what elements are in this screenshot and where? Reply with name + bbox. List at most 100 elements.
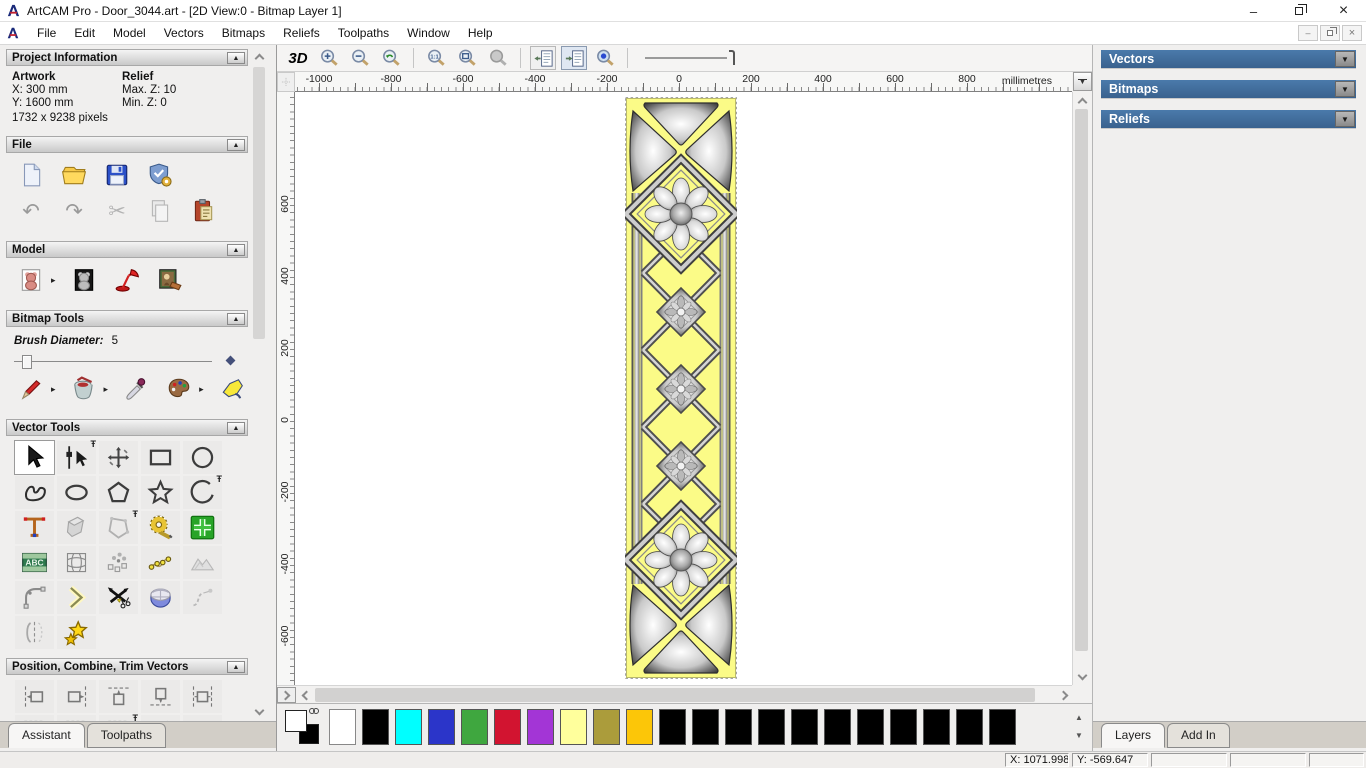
section-header-project-information[interactable]: Project Information ▲ xyxy=(6,49,248,66)
snap-grid-button[interactable] xyxy=(182,510,223,545)
pane-split-button[interactable] xyxy=(277,687,296,703)
align-bottom-button[interactable] xyxy=(140,679,181,714)
scroll-right-button[interactable] xyxy=(1056,687,1072,703)
magic-wand-button[interactable] xyxy=(217,375,247,403)
create-text-button[interactable] xyxy=(14,510,55,545)
vectors-header[interactable]: Vectors▼ xyxy=(1101,50,1356,68)
colour-swatch-8[interactable] xyxy=(593,709,620,745)
brush-diameter-slider[interactable] xyxy=(14,353,240,371)
scroll-up-button[interactable] xyxy=(251,49,267,63)
model-properties-button[interactable] xyxy=(145,161,175,189)
flyout-arrow-icon[interactable]: ▸ xyxy=(51,384,56,395)
align-top-button[interactable] xyxy=(98,679,139,714)
redo-button[interactable]: ↷ xyxy=(59,197,89,225)
align-centre-button[interactable] xyxy=(182,679,223,714)
select-vectors-button[interactable] xyxy=(14,440,55,475)
flood-fill-button[interactable] xyxy=(69,375,99,403)
colour-swatch-14[interactable] xyxy=(791,709,818,745)
menu-item-help[interactable]: Help xyxy=(459,23,502,43)
extrude-dome-button[interactable] xyxy=(140,580,181,615)
menu-item-model[interactable]: Model xyxy=(104,23,155,43)
zoom-in-button[interactable] xyxy=(316,46,342,70)
zoom-previous-button[interactable] xyxy=(378,46,404,70)
view-3d-button[interactable]: 3D xyxy=(285,46,311,70)
save-relief-button[interactable] xyxy=(69,266,99,294)
scroll-down-button[interactable] xyxy=(251,705,267,719)
palette-up-button[interactable]: ▲ xyxy=(1072,710,1086,724)
scroll-left-button[interactable] xyxy=(297,687,313,703)
slider-handle[interactable] xyxy=(729,50,735,65)
preview-bitmap-button[interactable] xyxy=(592,46,618,70)
envelope-distortion-button[interactable] xyxy=(56,545,97,580)
text-block-button[interactable] xyxy=(14,545,55,580)
colour-swatch-3[interactable] xyxy=(428,709,455,745)
create-rectangle-button[interactable] xyxy=(140,440,181,475)
flyout-arrow-icon[interactable]: ▸ xyxy=(199,384,204,395)
close-button[interactable]: × xyxy=(1321,0,1366,22)
mdi-minimize-button[interactable]: – xyxy=(1298,25,1318,41)
colour-swatch-19[interactable] xyxy=(956,709,983,745)
ruler-origin-button[interactable] xyxy=(277,72,295,92)
page-right-button[interactable] xyxy=(561,46,587,70)
collapse-button[interactable]: ▲ xyxy=(227,52,245,64)
reliefs-header-dropdown-button[interactable]: ▼ xyxy=(1335,111,1355,127)
create-polygon-button[interactable] xyxy=(98,475,139,510)
scrollbar-thumb[interactable] xyxy=(253,67,265,339)
section-header-model[interactable]: Model ▲ xyxy=(6,241,248,258)
door-artwork[interactable] xyxy=(625,97,737,679)
colour-swatch-11[interactable] xyxy=(692,709,719,745)
colour-swatch-6[interactable] xyxy=(527,709,554,745)
zoom-box-button[interactable] xyxy=(454,46,480,70)
menu-item-vectors[interactable]: Vectors xyxy=(155,23,213,43)
save-model-button[interactable] xyxy=(102,161,132,189)
canvas-2d-view[interactable] xyxy=(295,92,1072,685)
create-freehand-button[interactable] xyxy=(14,475,55,510)
colour-swatch-17[interactable] xyxy=(890,709,917,745)
menu-item-bitmaps[interactable]: Bitmaps xyxy=(213,23,274,43)
paint-brush-button[interactable] xyxy=(16,375,46,403)
open-model-button[interactable] xyxy=(59,161,89,189)
restore-button[interactable] xyxy=(1276,0,1321,22)
colour-swatch-2[interactable] xyxy=(395,709,422,745)
colour-swatch-13[interactable] xyxy=(758,709,785,745)
section-header-vector-tools[interactable]: Vector Tools ▲ xyxy=(6,419,248,436)
menu-item-toolpaths[interactable]: Toolpaths xyxy=(329,23,398,43)
colour-swatch-15[interactable] xyxy=(824,709,851,745)
units-dropdown-button[interactable]: ▼ xyxy=(1073,72,1092,91)
tab-toolpaths[interactable]: Toolpaths xyxy=(87,723,166,748)
render-relief-button[interactable] xyxy=(112,266,142,294)
create-arc-button[interactable]: Ŧ xyxy=(182,475,223,510)
create-star-button[interactable] xyxy=(140,475,181,510)
create-ellipse-button[interactable] xyxy=(56,475,97,510)
colour-swatch-0[interactable] xyxy=(329,709,356,745)
colour-swatch-20[interactable] xyxy=(989,709,1016,745)
current-colour-chip[interactable] xyxy=(285,710,323,748)
trim-vectors-button[interactable] xyxy=(98,580,139,615)
paste-along-curve-button[interactable] xyxy=(140,545,181,580)
zoom-out-button[interactable] xyxy=(347,46,373,70)
section-header-file[interactable]: File ▲ xyxy=(6,136,248,153)
menu-item-window[interactable]: Window xyxy=(398,23,459,43)
colour-swatch-1[interactable] xyxy=(362,709,389,745)
collapse-button[interactable]: ▲ xyxy=(227,244,245,256)
page-left-button[interactable] xyxy=(530,46,556,70)
greyscale-from-relief-button[interactable] xyxy=(155,266,185,294)
colour-swatch-9[interactable] xyxy=(626,709,653,745)
offset-vectors-button[interactable] xyxy=(56,580,97,615)
tab-add-in[interactable]: Add In xyxy=(1167,723,1230,748)
section-header-bitmap-tools[interactable]: Bitmap Tools ▲ xyxy=(6,310,248,327)
colour-palette-button[interactable] xyxy=(164,375,194,403)
mdi-close-button[interactable]: × xyxy=(1342,25,1362,41)
colour-swatch-10[interactable] xyxy=(659,709,686,745)
vectors-header-dropdown-button[interactable]: ▼ xyxy=(1335,51,1355,67)
vertical-scrollbar[interactable] xyxy=(1072,92,1090,685)
horizontal-scrollbar[interactable] xyxy=(277,685,1072,703)
colour-swatch-16[interactable] xyxy=(857,709,884,745)
section-header-position-combine-trim[interactable]: Position, Combine, Trim Vectors ▲ xyxy=(6,658,248,675)
align-right-button[interactable] xyxy=(56,679,97,714)
assistant-scrollbar[interactable] xyxy=(251,49,267,719)
scrollbar-thumb[interactable] xyxy=(1075,109,1088,651)
load-relief-button[interactable] xyxy=(16,266,46,294)
colour-swatch-5[interactable] xyxy=(494,709,521,745)
fade-slider[interactable] xyxy=(645,48,740,68)
